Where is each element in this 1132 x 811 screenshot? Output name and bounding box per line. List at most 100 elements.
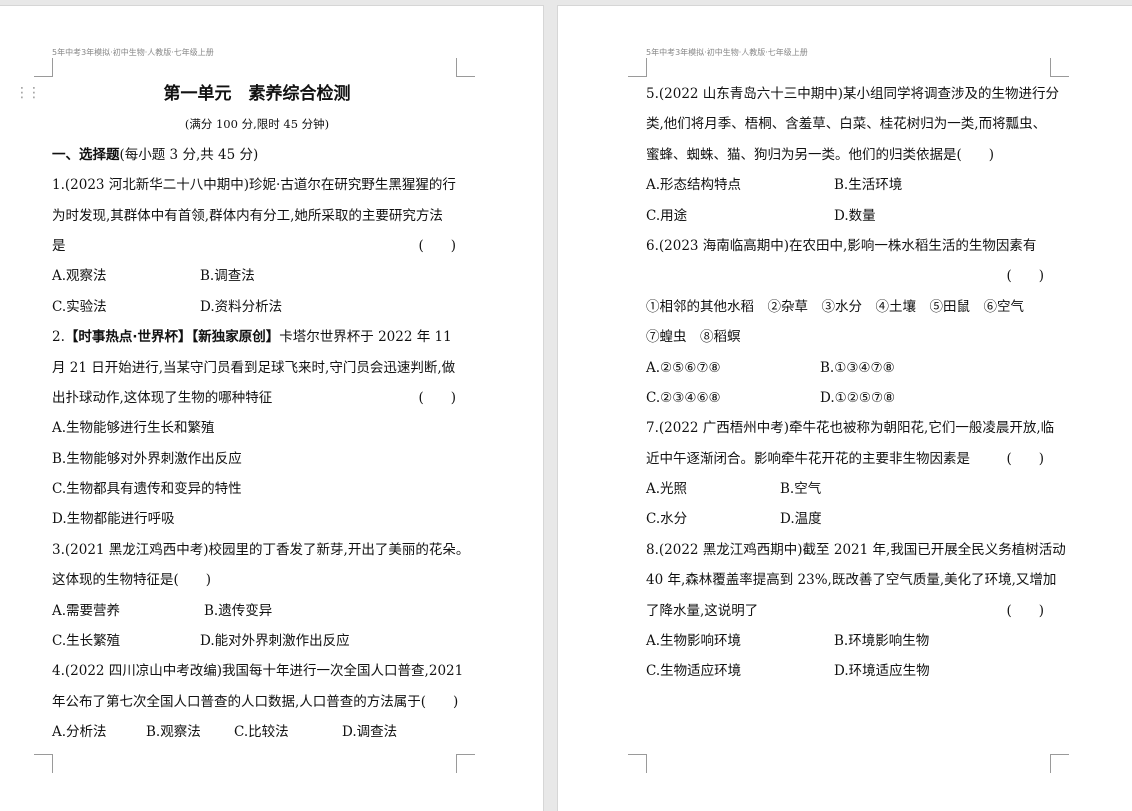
- option-b: B.观察法: [146, 724, 201, 741]
- question-3-line-1: 3.(2021 黑龙江鸡西中考)校园里的丁香发了新芽,开出了美丽的花朵。: [52, 541, 470, 558]
- question-8-options-row-1: A.生物影响环境 B.环境影响生物: [646, 626, 1050, 656]
- option-d: D.能对外界刺激作出反应: [200, 633, 350, 650]
- question-8-text: 了降水量,这说明了: [646, 602, 759, 619]
- document-page-right: 5年中考3年模拟·初中生物·人教版·七年级上册 5.(2022 山东青岛六十三中…: [558, 6, 1132, 811]
- question-7-text: 近中午逐渐闭合。影响牵牛花开花的主要非生物因素是: [646, 450, 970, 467]
- option-b: B.生物能够对外界刺激作出反应: [52, 450, 242, 467]
- question-6-line-1: 6.(2023 海南临高期中)在农田中,影响一株水稻生活的生物因素有: [646, 237, 1037, 254]
- question-1-options-row-2: C.实验法 D.资料分析法: [52, 292, 462, 322]
- option-c: C.生长繁殖: [52, 633, 121, 650]
- option-a: A.光照: [646, 481, 688, 498]
- question-7-line-1: 7.(2022 广西梧州中考)牵牛花也被称为朝阳花,它们一般凌晨开放,临: [646, 420, 1055, 437]
- page-subtitle: (满分 100 分,限时 45 分钟): [184, 117, 330, 132]
- section-heading: 一、选择题(每小题 3 分,共 45 分): [52, 140, 462, 170]
- option-d: D.数量: [834, 207, 876, 224]
- option-c: C.生物适应环境: [646, 663, 742, 680]
- answer-bracket: ( ): [418, 389, 456, 406]
- question-3-line-2: 这体现的生物特征是( ): [52, 572, 212, 589]
- page-content-right: 5.(2022 山东青岛六十三中期中)某小组同学将调查涉及的生物进行分 类,他们…: [646, 79, 1066, 687]
- option-d: D.①②⑤⑦⑧: [820, 389, 896, 406]
- question-4-options: A.分析法 B.观察法 C.比较法 D.调查法: [52, 717, 462, 747]
- option-a: A.需要营养: [52, 602, 121, 619]
- answer-bracket: ( ): [1006, 602, 1044, 619]
- question-2-line-1: 2.【时事热点·世界杯】【新独家原创】卡塔尔世界杯于 2022 年 11: [52, 322, 462, 352]
- question-6-items-1: ①相邻的其他水稻 ②杂草 ③水分 ④土壤 ⑤田鼠 ⑥空气: [646, 298, 1024, 315]
- question-6-items-2: ⑦蝗虫 ⑧稻螟: [646, 329, 741, 346]
- question-3-options-row-2: C.生长繁殖 D.能对外界刺激作出反应: [52, 626, 462, 656]
- question-8-line-1: 8.(2022 黑龙江鸡西期中)截至 2021 年,我国已开展全民义务植树活动: [646, 541, 1066, 558]
- question-1-line-1: 1.(2023 河北新华二十八中期中)珍妮·古道尔在研究野生黑猩猩的行: [52, 177, 456, 194]
- crop-mark-top-right: [456, 58, 475, 77]
- drag-handle-icon[interactable]: ⋮⋮: [15, 86, 41, 100]
- option-a: A.生物影响环境: [646, 633, 742, 650]
- question-1-line-2: 为时发现,其群体中有首领,群体内有分工,她所采取的主要研究方法: [52, 207, 443, 224]
- question-7-options-row-1: A.光照 B.空气: [646, 474, 1050, 504]
- option-c: C.用途: [646, 207, 688, 224]
- crop-mark-top-right: [1050, 58, 1069, 77]
- tag-original: 【新独家原创】: [191, 329, 280, 346]
- option-b: B.环境影响生物: [834, 633, 930, 650]
- question-5-options-row-2: C.用途 D.数量: [646, 201, 1050, 231]
- tag-hot-topic: 【时事热点·世界杯】: [64, 329, 192, 346]
- crop-mark-top-left: [34, 58, 53, 77]
- crop-mark-bottom-left: [34, 754, 53, 773]
- document-page-left: 5年中考3年模拟·初中生物·人教版·七年级上册 ⋮⋮ 第一单元 素养综合检测 (…: [0, 6, 543, 811]
- option-a: A.形态结构特点: [646, 177, 742, 194]
- option-d: D.调查法: [342, 724, 398, 741]
- option-b: B.空气: [780, 481, 822, 498]
- question-2-line-3: 出扑球动作,这体现了生物的哪种特征 ( ): [52, 383, 462, 413]
- question-3-options-row-1: A.需要营养 B.遗传变异: [52, 596, 462, 626]
- crop-mark-bottom-right: [1050, 754, 1069, 773]
- crop-mark-bottom-right: [456, 754, 475, 773]
- option-b: B.调查法: [200, 268, 255, 285]
- option-c: C.生物都具有遗传和变异的特性: [52, 481, 242, 498]
- question-8-options-row-2: C.生物适应环境 D.环境适应生物: [646, 656, 1050, 686]
- option-c: C.水分: [646, 511, 688, 528]
- option-b: B.①③④⑦⑧: [820, 359, 895, 376]
- question-1-text: 是: [52, 237, 66, 254]
- page-title: 第一单元 素养综合检测: [163, 84, 351, 104]
- option-a: A.观察法: [52, 268, 107, 285]
- running-header: 5年中考3年模拟·初中生物·人教版·七年级上册: [52, 48, 214, 57]
- answer-bracket: ( ): [1006, 268, 1044, 285]
- page-content-left: 第一单元 素养综合检测 (满分 100 分,限时 45 分钟) 一、选择题(每小…: [52, 79, 470, 748]
- question-6-line-2: ( ): [646, 261, 1050, 291]
- question-1-options-row-1: A.观察法 B.调查法: [52, 261, 462, 291]
- option-a: A.分析法: [52, 724, 107, 741]
- question-4-line-1: 4.(2022 四川凉山中考改编)我国每十年进行一次全国人口普查,2021: [52, 663, 464, 680]
- crop-mark-top-left: [628, 58, 647, 77]
- question-1-line-3: 是 ( ): [52, 231, 462, 261]
- option-d: D.环境适应生物: [834, 663, 930, 680]
- option-d: D.资料分析法: [200, 298, 283, 315]
- question-2-line-2: 月 21 日开始进行,当某守门员看到足球飞来时,守门员会迅速判断,做: [52, 359, 456, 376]
- question-5-line-3: 蜜蜂、蜘蛛、猫、狗归为另一类。他们的归类依据是( ): [646, 146, 995, 163]
- option-d: D.生物都能进行呼吸: [52, 511, 175, 528]
- option-a: A.②⑤⑥⑦⑧: [646, 359, 721, 376]
- answer-bracket: ( ): [1006, 450, 1044, 467]
- option-b: B.生活环境: [834, 177, 903, 194]
- question-5-line-2: 类,他们将月季、梧桐、含羞草、白菜、桂花树归为一类,而将瓢虫、: [646, 116, 1047, 133]
- question-6-options-row-2: C.②③④⑥⑧ D.①②⑤⑦⑧: [646, 383, 1050, 413]
- running-header: 5年中考3年模拟·初中生物·人教版·七年级上册: [646, 48, 808, 57]
- option-b: B.遗传变异: [204, 602, 273, 619]
- section-note: (每小题 3 分,共 45 分): [119, 146, 259, 163]
- question-6-options-row-1: A.②⑤⑥⑦⑧ B.①③④⑦⑧: [646, 353, 1050, 383]
- question-2-text: 卡塔尔世界杯于 2022 年 11: [279, 329, 452, 346]
- question-7-options-row-2: C.水分 D.温度: [646, 504, 1050, 534]
- crop-mark-bottom-left: [628, 754, 647, 773]
- option-c: C.②③④⑥⑧: [646, 389, 721, 406]
- option-c: C.实验法: [52, 298, 107, 315]
- question-8-line-3: 了降水量,这说明了 ( ): [646, 596, 1050, 626]
- option-c: C.比较法: [234, 724, 289, 741]
- question-4-line-2: 年公布了第七次全国人口普查的人口数据,人口普查的方法属于( ): [52, 693, 459, 710]
- question-8-line-2: 40 年,森林覆盖率提高到 23%,既改善了空气质量,美化了环境,又增加: [646, 572, 1057, 589]
- answer-bracket: ( ): [418, 237, 456, 254]
- question-2-text: 出扑球动作,这体现了生物的哪种特征: [52, 389, 273, 406]
- section-title: 一、选择题: [52, 146, 120, 163]
- question-5-options-row-1: A.形态结构特点 B.生活环境: [646, 170, 1050, 200]
- question-5-line-1: 5.(2022 山东青岛六十三中期中)某小组同学将调查涉及的生物进行分: [646, 86, 1060, 102]
- question-7-line-2: 近中午逐渐闭合。影响牵牛花开花的主要非生物因素是 ( ): [646, 444, 1050, 474]
- option-a: A.生物能够进行生长和繁殖: [52, 420, 215, 437]
- question-number: 2.: [52, 329, 65, 346]
- option-d: D.温度: [780, 511, 822, 528]
